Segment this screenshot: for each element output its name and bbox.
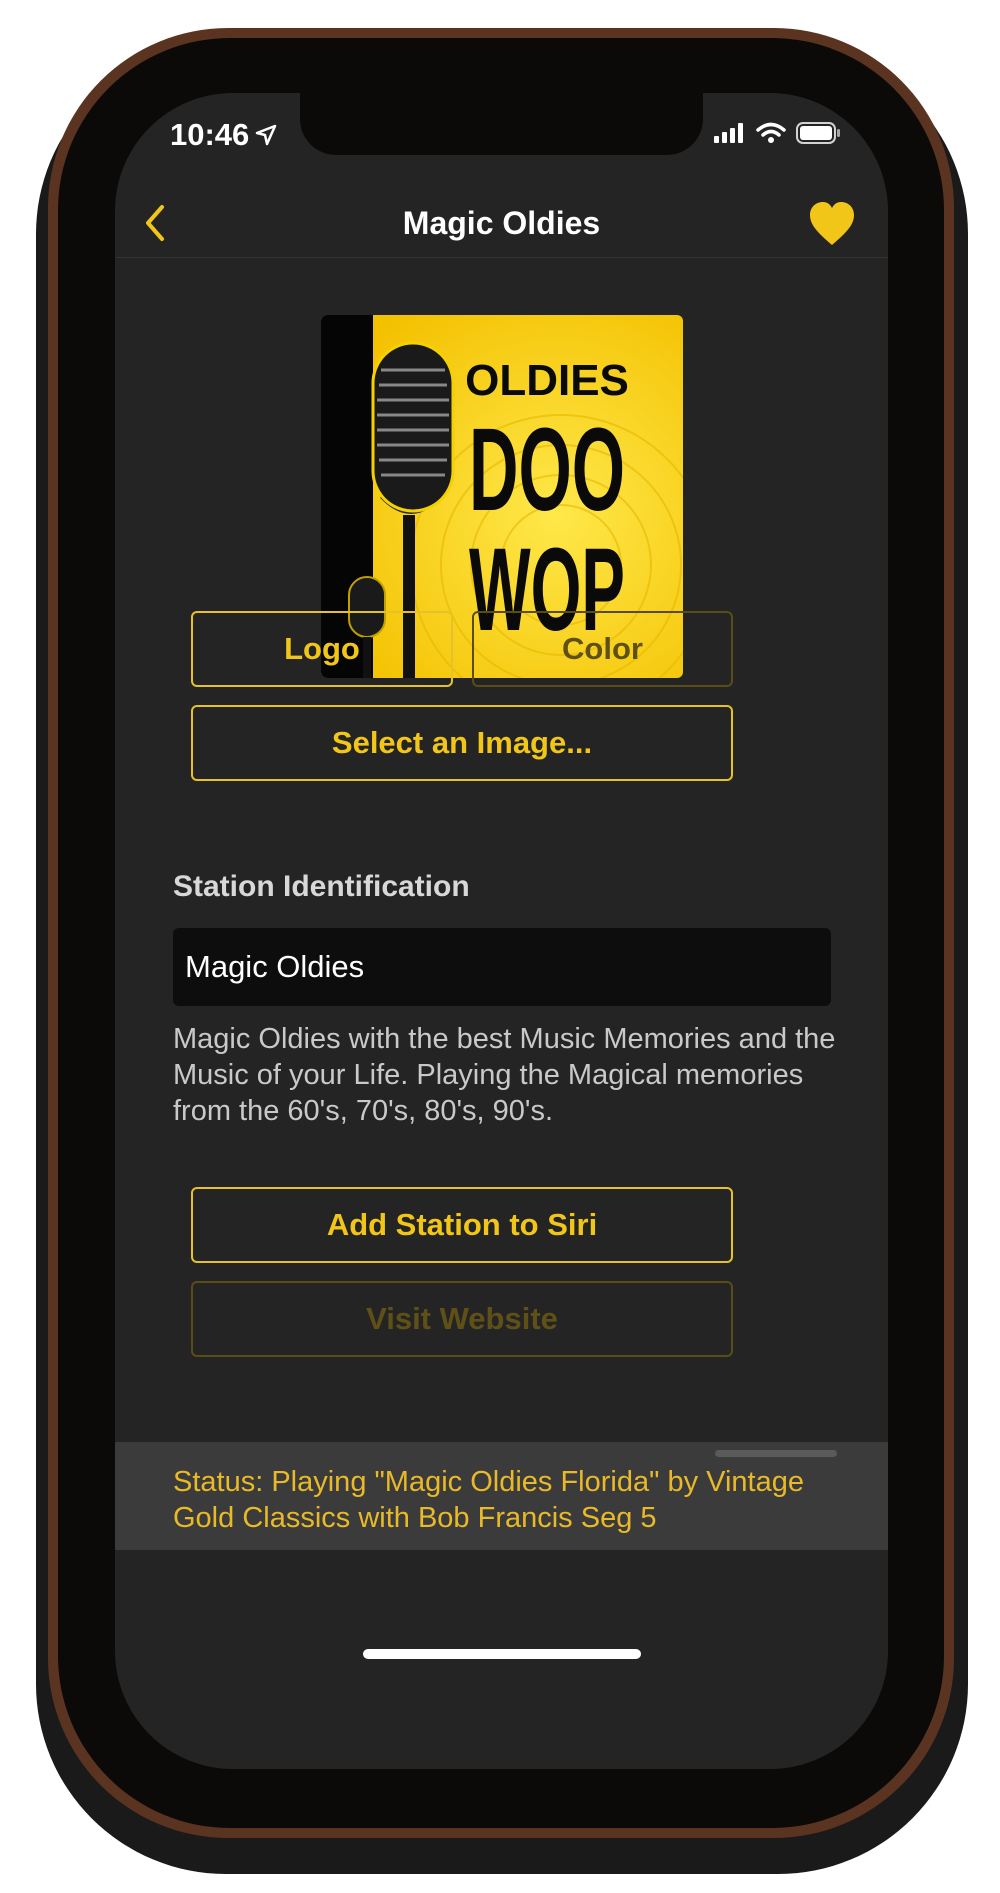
logo-button[interactable]: Logo [191, 611, 453, 687]
select-image-button[interactable]: Select an Image... [191, 705, 733, 781]
time-label: 10:46 [170, 117, 250, 152]
phone-screen: 10:46 Magic Oldies OLDIES DOO WOP Logo C… [115, 93, 888, 1769]
nav-bar: Magic Oldies [115, 191, 888, 258]
page-title: Magic Oldies [402, 205, 601, 241]
artwork-line-1: OLDIES [465, 356, 629, 405]
playback-status-text: Status: Playing "Magic Oldies Florida" b… [173, 1466, 804, 1534]
station-description: Magic Oldies with the best Music Memorie… [173, 1023, 836, 1127]
add-to-siri-button[interactable]: Add Station to Siri [191, 1187, 733, 1263]
signal-icon [714, 123, 743, 143]
color-button[interactable]: Color [472, 611, 733, 687]
station-name-field[interactable]: Magic Oldies [173, 928, 831, 1006]
drag-handle[interactable] [715, 1450, 837, 1457]
heart-icon [810, 202, 854, 245]
visit-website-button[interactable]: Visit Website [191, 1281, 733, 1357]
status-icons [714, 121, 842, 145]
location-arrow-icon [256, 124, 277, 146]
favorite-button[interactable] [808, 201, 858, 251]
playback-status-panel: Status: Playing "Magic Oldies Florida" b… [115, 1442, 888, 1550]
artwork-line-2: DOO [469, 404, 625, 536]
status-time: 10:46 [170, 117, 277, 153]
notch [300, 93, 703, 155]
home-indicator[interactable] [363, 1649, 641, 1659]
wifi-icon [756, 122, 786, 143]
station-identification-label: Station Identification [173, 870, 470, 903]
battery-icon [796, 122, 840, 144]
